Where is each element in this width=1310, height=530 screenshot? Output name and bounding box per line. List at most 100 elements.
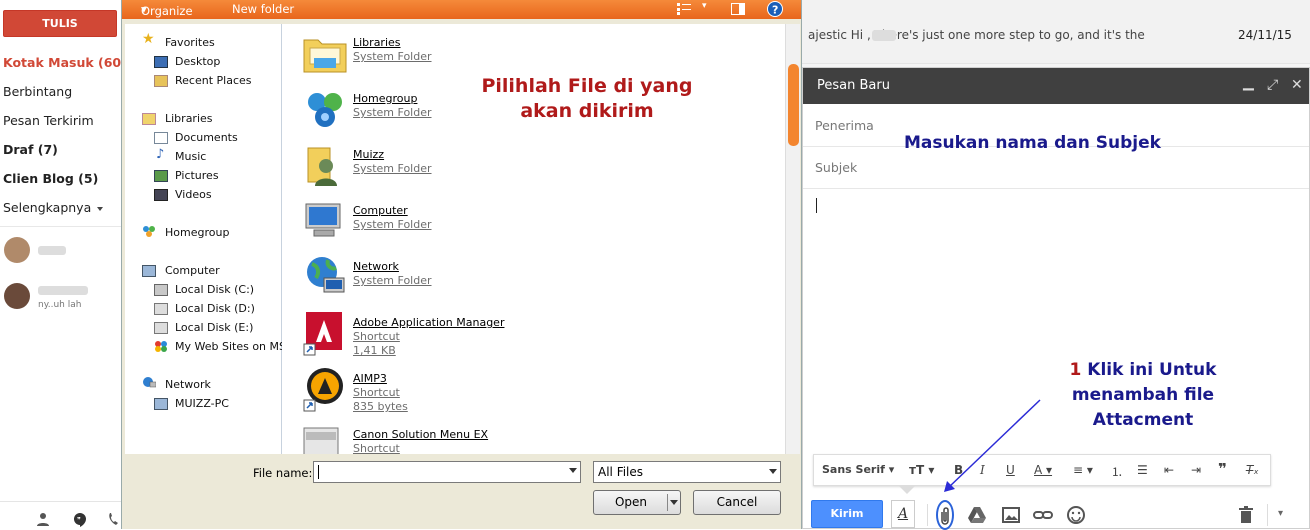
nav-item-drafts[interactable]: Draf (7) — [3, 142, 58, 157]
recipient-input[interactable]: Penerima — [815, 118, 874, 133]
file-type: Shortcut — [353, 442, 400, 454]
tree-documents[interactable]: Documents — [175, 131, 238, 144]
google-drive-icon[interactable] — [966, 504, 988, 526]
tree-muizz-pc[interactable]: MUIZZ-PC — [175, 397, 229, 410]
nav-item-clien-blog[interactable]: Clien Blog (5) — [3, 171, 98, 186]
remove-formatting-icon[interactable]: T̶ₓ — [1246, 463, 1259, 477]
mail-list-row[interactable]: ajestic Hi , There's just one more step … — [802, 0, 1310, 64]
subject-input[interactable]: Subjek — [815, 160, 857, 175]
tree-computer[interactable]: Computer — [165, 264, 220, 277]
file-name: Canon Solution Menu EX — [353, 428, 489, 441]
tree-videos[interactable]: Videos — [175, 188, 212, 201]
scroll-thumb[interactable] — [788, 64, 799, 146]
quote-icon[interactable]: ❞ — [1218, 460, 1227, 478]
open-button[interactable]: Open — [593, 490, 681, 515]
hangouts-icon[interactable]: ❞ — [72, 512, 88, 528]
blurred-name — [38, 246, 66, 255]
compose-button[interactable]: TULIS — [3, 10, 117, 37]
bulleted-list-icon[interactable]: ☰ — [1137, 463, 1148, 477]
person-icon[interactable] — [36, 512, 50, 526]
close-icon[interactable]: ✕ — [1291, 77, 1303, 93]
chevron-down-icon[interactable] — [670, 500, 678, 505]
tree-my-web-sites[interactable]: My Web Sites on MS — [175, 340, 286, 353]
italic-icon[interactable]: I — [980, 463, 985, 477]
annotation-attach: 1 Klik ini Untuk menambah file Attacment — [1048, 358, 1238, 433]
paperclip-icon[interactable] — [939, 506, 951, 526]
file-name: AIMP3 — [353, 372, 387, 385]
cancel-button[interactable]: Cancel — [693, 490, 781, 515]
file-name-input[interactable] — [313, 461, 581, 483]
chat-contact[interactable]: ny..uh lah — [0, 278, 118, 318]
file-item[interactable]: AIMP3 Shortcut 835 bytes — [302, 366, 562, 416]
numbered-list-icon[interactable]: ⒈ — [1111, 463, 1123, 480]
tree-disk-c[interactable]: Local Disk (C:) — [175, 283, 254, 296]
font-family-select[interactable]: Sans Serif ▾ — [822, 463, 894, 476]
view-options-icon[interactable] — [677, 3, 691, 15]
nav-more-label: Selengkapnya — [3, 200, 92, 215]
chevron-down-icon[interactable]: ▾ — [702, 1, 707, 11]
organize-button[interactable]: Organize ▾ — [141, 2, 193, 18]
indent-less-icon[interactable]: ⇤ — [1164, 463, 1174, 477]
file-type-select[interactable]: All Files — [593, 461, 781, 483]
indent-more-icon[interactable]: ⇥ — [1191, 463, 1201, 477]
file-item[interactable]: Network System Folder — [302, 254, 562, 304]
computer-icon — [142, 265, 156, 277]
send-button[interactable]: Kirim — [811, 500, 883, 528]
file-item[interactable]: Muizz System Folder — [302, 142, 562, 192]
insert-photo-icon[interactable] — [1000, 504, 1022, 526]
nav-item-more[interactable]: Selengkapnya — [3, 200, 104, 215]
new-folder-button[interactable]: New folder — [232, 2, 294, 16]
tree-libraries[interactable]: Libraries — [165, 112, 213, 125]
homegroup-icon — [308, 93, 342, 127]
align-icon[interactable]: ≡ ▾ — [1073, 463, 1093, 477]
underline-icon[interactable]: U — [1006, 463, 1015, 477]
text-color-icon[interactable]: A ▾ — [1034, 463, 1052, 477]
tree-disk-d[interactable]: Local Disk (D:) — [175, 302, 255, 315]
file-item[interactable]: Canon Solution Menu EX Shortcut — [302, 422, 562, 454]
emoji-icon[interactable] — [1065, 504, 1087, 526]
star-icon: ★ — [142, 31, 155, 47]
text-caret — [318, 464, 319, 479]
file-item[interactable]: Computer System Folder — [302, 198, 562, 248]
file-item[interactable]: Adobe Application Manager Shortcut 1,41 … — [302, 310, 562, 360]
minimize-icon[interactable]: ▁ — [1243, 75, 1254, 91]
trash-icon[interactable] — [1235, 504, 1257, 526]
desktop-icon — [154, 56, 168, 68]
open-label: Open — [614, 495, 648, 509]
nav-item-starred[interactable]: Berbintang — [3, 84, 72, 99]
more-options-icon[interactable]: ▾ — [1278, 508, 1283, 519]
insert-link-icon[interactable] — [1032, 504, 1054, 526]
annotation-subject: Masukan nama dan Subjek — [904, 133, 1161, 153]
tree-network[interactable]: Network — [165, 378, 211, 391]
dialog-toolbar: Organize ▾ New folder ▾ ? — [122, 0, 801, 19]
file-item[interactable]: Libraries System Folder — [302, 30, 562, 80]
tree-homegroup[interactable]: Homegroup — [165, 226, 229, 239]
help-icon[interactable]: ? — [767, 1, 783, 17]
preview-pane-icon[interactable] — [731, 3, 745, 15]
annotation-number: 1 — [1069, 360, 1082, 380]
compose-header[interactable]: Pesan Baru ▁ ⤢ ✕ — [803, 68, 1309, 104]
file-type: System Folder — [353, 106, 432, 119]
computer-icon — [154, 398, 168, 410]
tree-favorites[interactable]: Favorites — [165, 36, 215, 49]
phone-icon[interactable] — [108, 512, 120, 526]
tree-music[interactable]: Music — [175, 150, 206, 163]
tree-pictures[interactable]: Pictures — [175, 169, 219, 182]
file-list-scrollbar[interactable] — [785, 24, 800, 454]
chevron-down-icon[interactable] — [569, 468, 577, 473]
tree-desktop[interactable]: Desktop — [175, 55, 220, 68]
formatting-toggle-icon[interactable]: A — [891, 500, 915, 528]
font-size-icon[interactable]: тT ▾ — [909, 463, 934, 477]
nav-item-inbox[interactable]: Kotak Masuk (60) — [3, 55, 127, 70]
tree-disk-e[interactable]: Local Disk (E:) — [175, 321, 253, 334]
expand-icon[interactable]: ⤢ — [1267, 77, 1278, 93]
file-size: 1,41 KB — [353, 344, 396, 357]
bold-icon[interactable]: B — [954, 463, 963, 477]
adobe-icon — [303, 312, 342, 356]
tree-recent-places[interactable]: Recent Places — [175, 74, 252, 87]
annotation-line: Pilihlah File di yang — [481, 75, 693, 97]
nav-item-sent[interactable]: Pesan Terkirim — [3, 113, 94, 128]
chat-contact[interactable] — [0, 234, 118, 274]
network-globe-icon — [307, 257, 345, 293]
annotation-line: Attacment — [1092, 410, 1194, 430]
